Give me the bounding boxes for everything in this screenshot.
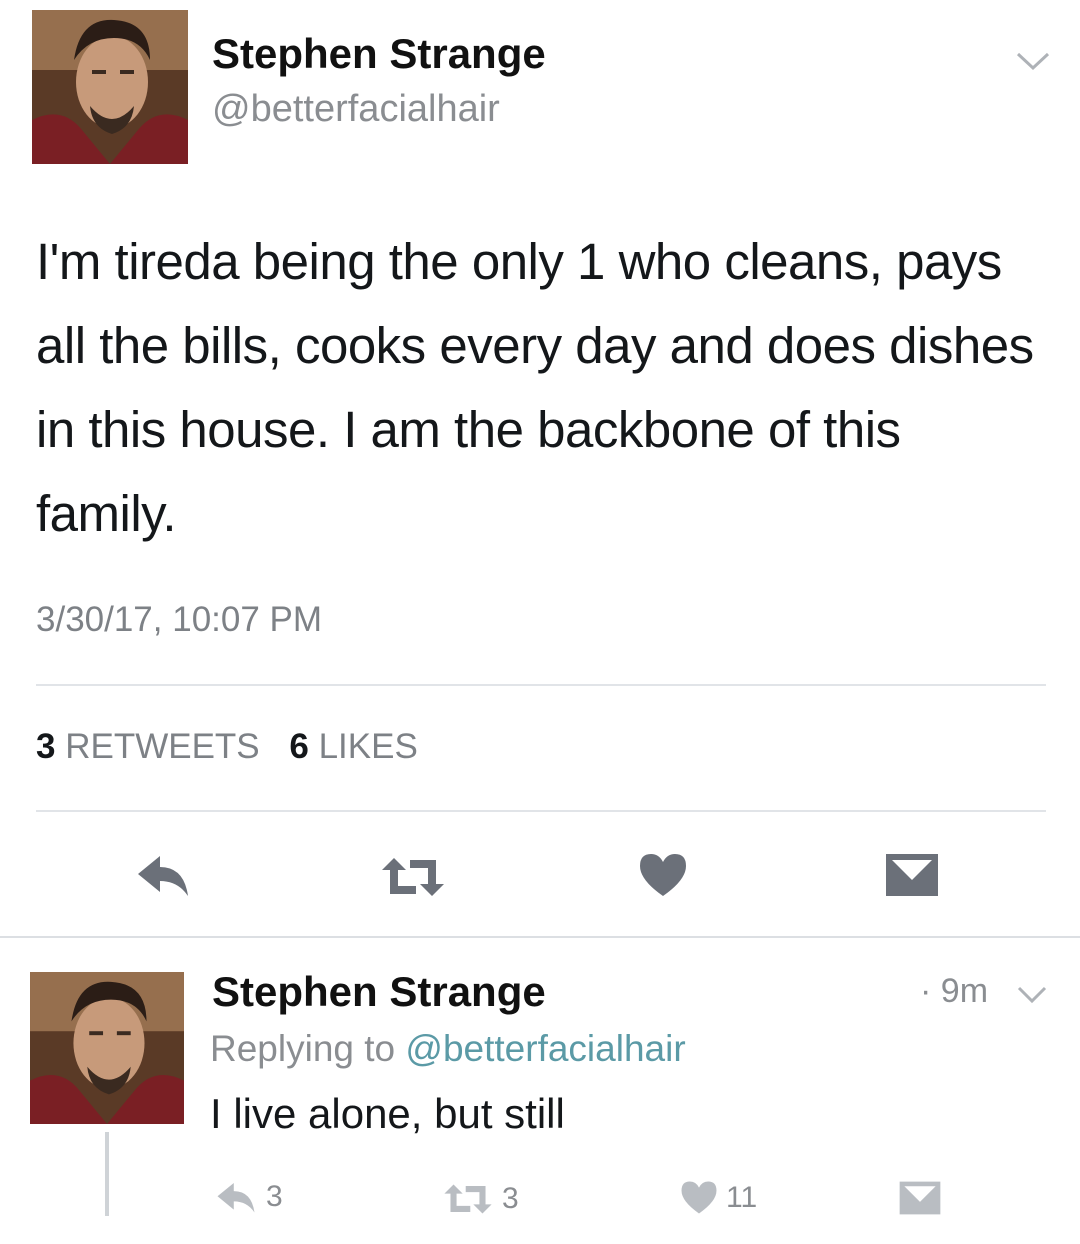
chevron-down-icon[interactable]	[1014, 48, 1052, 76]
reply-avatar[interactable]	[30, 972, 184, 1124]
avatar[interactable]	[32, 10, 188, 164]
retweet-icon[interactable]	[380, 856, 446, 898]
reply-time[interactable]: · 9m	[920, 972, 988, 1011]
reply-text: I live alone, but still	[210, 1090, 565, 1137]
likes-label[interactable]: LIKES	[319, 727, 418, 766]
message-icon[interactable]	[898, 1180, 942, 1216]
heart-icon	[681, 1181, 717, 1214]
thread-line	[105, 1132, 109, 1216]
user-handle[interactable]: @betterfacialhair	[212, 88, 500, 131]
tweet-stats: 3 RETWEETS 6 LIKES	[36, 727, 418, 767]
divider	[36, 810, 1046, 812]
retweets-label[interactable]: RETWEETS	[65, 727, 259, 766]
reply-action-reply[interactable]: 3	[214, 1180, 283, 1214]
reply-action-retweet[interactable]: 3	[442, 1182, 519, 1216]
retweets-count[interactable]: 3	[36, 727, 55, 766]
display-name[interactable]: Stephen Strange	[212, 30, 546, 78]
divider	[36, 684, 1046, 686]
reply-icon	[217, 1182, 255, 1213]
reply-action-like[interactable]: 11	[680, 1180, 757, 1215]
likes-count[interactable]: 6	[289, 727, 308, 766]
reply-icon[interactable]	[134, 852, 192, 898]
chevron-down-icon[interactable]	[1016, 983, 1048, 1007]
replying-handle-link[interactable]: @betterfacialhair	[405, 1028, 685, 1069]
avatar-portrait-image	[30, 972, 184, 1124]
message-icon[interactable]	[884, 852, 940, 898]
retweet-count: 3	[502, 1182, 519, 1215]
tweet-separator	[0, 936, 1080, 938]
tweet-text: I'm tireda being the only 1 who cleans, …	[36, 233, 1034, 542]
replying-prefix: Replying to	[210, 1028, 396, 1069]
like-count: 11	[726, 1180, 758, 1214]
replying-to: Replying to @betterfacialhair	[210, 1028, 686, 1070]
heart-icon[interactable]	[638, 852, 688, 898]
reply-count: 3	[266, 1180, 283, 1213]
avatar-portrait-image	[32, 10, 188, 164]
reply-display-name[interactable]: Stephen Strange	[212, 968, 546, 1016]
tweet-timestamp[interactable]: 3/30/17, 10:07 PM	[36, 600, 322, 640]
retweet-icon	[444, 1184, 492, 1214]
